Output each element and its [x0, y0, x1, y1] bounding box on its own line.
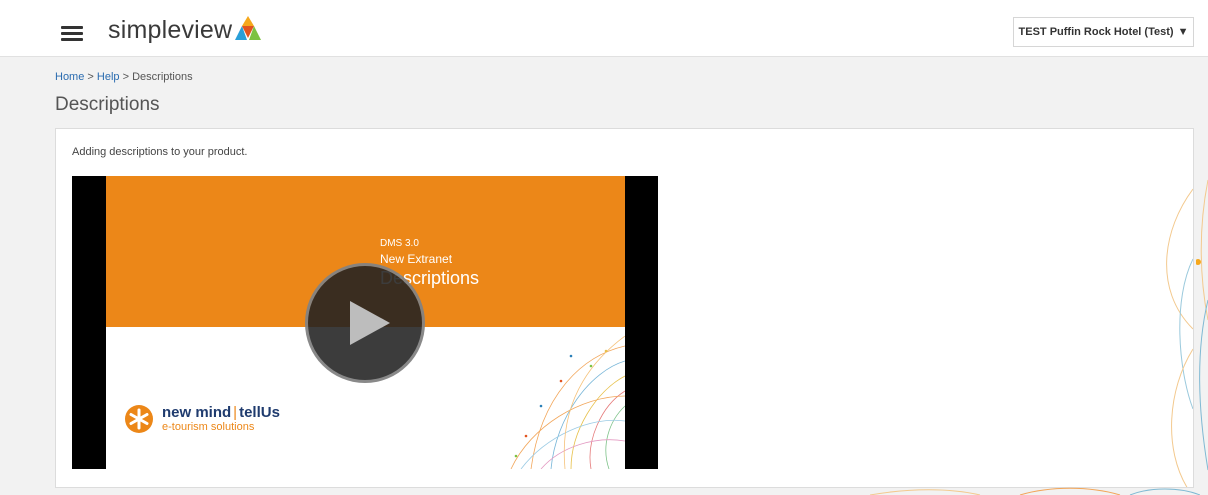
breadcrumb-separator: >: [122, 71, 130, 83]
decorative-swirl-right: [1166, 188, 1193, 487]
new-mind-tellus-logo: new mind | tellUs e-tourism solutions: [124, 404, 280, 434]
asterisk-logo-icon: [125, 405, 153, 433]
brand-separator: |: [233, 403, 238, 421]
video-player[interactable]: DMS 3.0 New Extranet Descriptions new mi…: [72, 176, 658, 469]
simpleview-logo[interactable]: simpleview: [108, 13, 263, 47]
logo-text: simpleview: [108, 15, 233, 44]
decorative-swirl: [510, 336, 625, 469]
breadcrumb-home-link[interactable]: Home: [55, 71, 84, 83]
play-button[interactable]: [305, 263, 425, 383]
caret-down-icon: ▼: [1177, 26, 1189, 38]
content-panel: Adding descriptions to your product. DMS…: [55, 128, 1194, 488]
decorative-swirl-edge: [1196, 179, 1208, 471]
brand-name: new mind: [162, 403, 232, 421]
account-selector-button[interactable]: TEST Puffin Rock Hotel (Test) ▼: [1013, 17, 1194, 47]
brand-partner: tellUs: [239, 403, 280, 421]
play-icon: [350, 301, 390, 345]
breadcrumb-help-link[interactable]: Help: [97, 71, 120, 83]
breadcrumb: Home > Help > Descriptions: [55, 71, 193, 83]
account-label: TEST Puffin Rock Hotel (Test): [1018, 26, 1174, 38]
breadcrumb-current: Descriptions: [132, 71, 193, 83]
breadcrumb-separator: >: [87, 71, 94, 83]
hamburger-menu-icon[interactable]: [61, 26, 83, 42]
intro-text: Adding descriptions to your product.: [72, 146, 248, 158]
thumbnail-line1: DMS 3.0: [380, 238, 419, 249]
brand-tagline: e-tourism solutions: [162, 420, 255, 433]
logo-mark-icon: [235, 16, 262, 40]
page-title: Descriptions: [55, 94, 160, 115]
top-navbar: simpleview TEST Puffin Rock Hotel (Test)…: [0, 0, 1208, 57]
decorative-swirl-bottom: [870, 487, 1200, 495]
thumbnail-line2: New Extranet: [380, 252, 453, 266]
